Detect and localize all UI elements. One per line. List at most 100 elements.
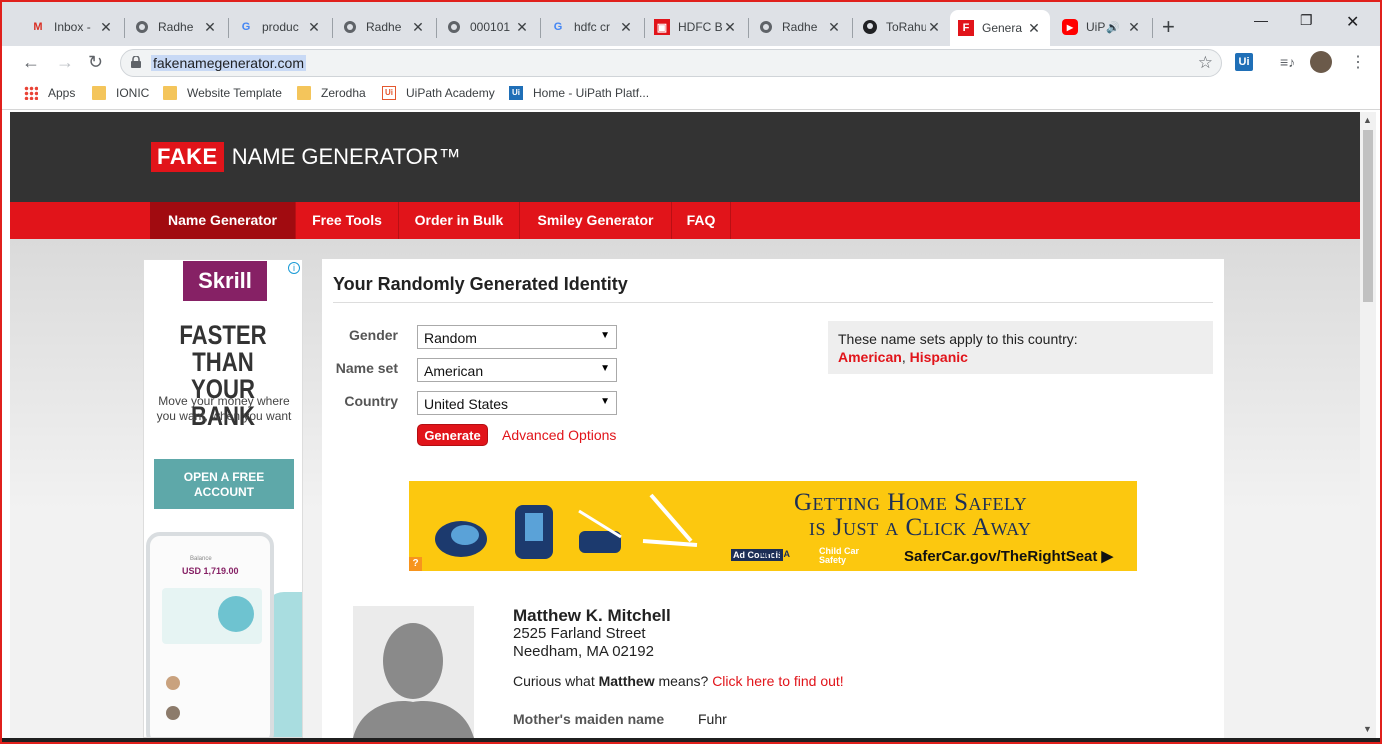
generate-button[interactable]: Generate (417, 424, 488, 446)
close-icon[interactable]: ✕ (410, 19, 426, 36)
tab-hdfc-bank[interactable]: ▣ HDFC B ✕ (646, 10, 746, 44)
tab-radhe-3[interactable]: Radhe ✕ (750, 10, 850, 44)
back-button[interactable]: ← (22, 52, 40, 73)
address-bar[interactable]: fakenamegenerator.com ☆ (120, 49, 1222, 77)
banner-headline-1: Getting Home Safely (794, 489, 1028, 516)
tab-fake-name-generator[interactable]: F Genera ✕ (950, 10, 1050, 46)
scroll-thumb[interactable] (1363, 130, 1373, 302)
google-icon: G (553, 21, 563, 33)
page-viewport: FAKE NAME GENERATOR™ Name Generator Free… (10, 112, 1360, 738)
youtube-icon: ▶ (1062, 19, 1078, 35)
close-icon[interactable]: ✕ (926, 19, 942, 36)
identity-street: 2525 Farland Street (513, 625, 646, 642)
close-icon[interactable]: ✕ (514, 19, 530, 36)
lock-icon (131, 56, 141, 68)
scroll-down-icon[interactable]: ▼ (1363, 724, 1372, 734)
ad-info-icon[interactable]: i (288, 262, 300, 274)
country-select[interactable]: United States ▼ (417, 391, 617, 415)
tab-uipath-video[interactable]: ▶ UiP 🔊 ✕ (1054, 10, 1150, 44)
site-nav: Name Generator Free Tools Order in Bulk … (10, 202, 1360, 239)
bookmark-uipath-platform[interactable]: Ui Home - UiPath Platf... (509, 86, 649, 100)
site-logo[interactable]: FAKE NAME GENERATOR™ (151, 142, 461, 172)
maiden-name-value: Fuhr (698, 711, 727, 727)
globe-illustration (218, 596, 254, 632)
divider (333, 302, 1213, 303)
dropdown-arrow-icon: ▼ (600, 330, 610, 341)
close-icon[interactable]: ✕ (826, 19, 842, 36)
bookmark-star-icon[interactable]: ☆ (1198, 53, 1213, 73)
name-meaning-line: Curious what Matthew means? Click here t… (513, 673, 844, 689)
avatar (166, 706, 180, 720)
safercar-banner-ad[interactable]: Getting Home Safely is Just a Click Away… (409, 481, 1137, 571)
media-control-icon[interactable]: ≡♪ (1280, 54, 1295, 70)
uipath-extension-icon[interactable]: Ui (1235, 53, 1253, 71)
american-link[interactable]: American (838, 349, 902, 365)
browser-toolbar: ← → ↻ fakenamegenerator.com ☆ Ui ≡♪ ⋮ (2, 46, 1380, 80)
tab-000101[interactable]: 000101 ✕ (438, 10, 538, 44)
nav-faq[interactable]: FAQ (672, 202, 731, 239)
bookmark-zerodha[interactable]: Zerodha (297, 86, 366, 100)
advanced-options-link[interactable]: Advanced Options (502, 427, 616, 443)
banner-headline-2: is Just a Click Away (809, 514, 1032, 541)
close-icon[interactable]: ✕ (306, 19, 322, 36)
identity-avatar (353, 606, 474, 738)
tab-inbox[interactable]: M Inbox - ✕ (22, 10, 122, 44)
bookmarks-bar: Apps IONIC Website Template Zerodha Ui U… (2, 80, 1380, 110)
close-icon[interactable]: ✕ (202, 19, 218, 36)
browser-window: M Inbox - ✕ Radhe ✕ G produc ✕ Radhe ✕ 0… (0, 0, 1382, 744)
name-meaning-link[interactable]: Click here to find out! (712, 673, 844, 689)
bookmark-website-template[interactable]: Website Template (163, 86, 282, 100)
nameset-select[interactable]: American ▼ (417, 358, 617, 382)
nameset-info-box: These name sets apply to this country: A… (828, 321, 1213, 374)
nav-name-generator[interactable]: Name Generator (150, 202, 296, 239)
menu-icon[interactable]: ⋮ (1350, 52, 1366, 72)
car-seat-illustrations (435, 493, 698, 559)
close-icon[interactable]: ✕ (1026, 20, 1042, 37)
close-window-button[interactable]: ✕ (1346, 12, 1359, 32)
site-header: FAKE NAME GENERATOR™ (10, 112, 1360, 202)
hispanic-link[interactable]: Hispanic (910, 349, 968, 365)
apps-grid-icon (24, 86, 38, 100)
close-icon[interactable]: ✕ (618, 19, 634, 36)
scroll-up-icon[interactable]: ▲ (1363, 115, 1372, 125)
gender-select[interactable]: Random ▼ (417, 325, 617, 349)
banner-url: SaferCar.gov/TheRightSeat ▶ (904, 548, 1114, 565)
tab-github[interactable]: ToRahu ✕ (854, 10, 950, 44)
maiden-name-label: Mother's maiden name (513, 711, 665, 727)
nav-free-tools[interactable]: Free Tools (296, 202, 399, 239)
identity-panel: Your Randomly Generated Identity Gender … (322, 259, 1224, 738)
open-account-button[interactable]: OPEN A FREE ACCOUNT (154, 459, 294, 509)
tab-radhe-2[interactable]: Radhe ✕ (334, 10, 434, 44)
close-icon[interactable]: ✕ (722, 19, 738, 36)
minimize-button[interactable]: — (1254, 12, 1268, 28)
child-car-safety-logo: Child Car Safety (819, 546, 860, 565)
url-text[interactable]: fakenamegenerator.com (151, 55, 306, 71)
github-icon (862, 19, 878, 35)
page-title: Your Randomly Generated Identity (333, 274, 628, 294)
profile-avatar[interactable] (1310, 51, 1332, 73)
ad-subtext: Move your money where you want, when you… (156, 394, 292, 423)
folder-icon (297, 86, 311, 100)
nav-order-in-bulk[interactable]: Order in Bulk (399, 202, 520, 239)
bookmark-uipath-academy[interactable]: Ui UiPath Academy (382, 86, 495, 100)
close-icon[interactable]: ✕ (98, 19, 114, 36)
page-scrollbar[interactable]: ▲ ▼ (1360, 112, 1376, 738)
bookmark-ionic[interactable]: IONIC (92, 86, 149, 100)
tab-radhe-1[interactable]: Radhe ✕ (126, 10, 226, 44)
close-icon[interactable]: ✕ (1126, 19, 1142, 36)
tab-hdfc-search[interactable]: G hdfc cr ✕ (542, 10, 642, 44)
new-tab-button[interactable]: + (1162, 14, 1175, 40)
bookmark-apps[interactable]: Apps (24, 86, 75, 100)
identity-city: Needham, MA 02192 (513, 643, 654, 660)
folder-icon (163, 86, 177, 100)
hdfc-icon: ▣ (654, 19, 670, 35)
nav-smiley-generator[interactable]: Smiley Generator (520, 202, 672, 239)
reload-button[interactable]: ↻ (88, 52, 103, 73)
forward-button[interactable]: → (56, 52, 74, 73)
tab-product[interactable]: G produc ✕ (230, 10, 330, 44)
ad-help-icon[interactable]: ? (409, 557, 422, 571)
skrill-ad[interactable]: Skrill i FASTER THAN YOUR BANK Move your… (143, 259, 303, 738)
restore-button[interactable]: ❐ (1300, 12, 1313, 29)
folder-icon (92, 86, 106, 100)
avatar (166, 676, 180, 690)
